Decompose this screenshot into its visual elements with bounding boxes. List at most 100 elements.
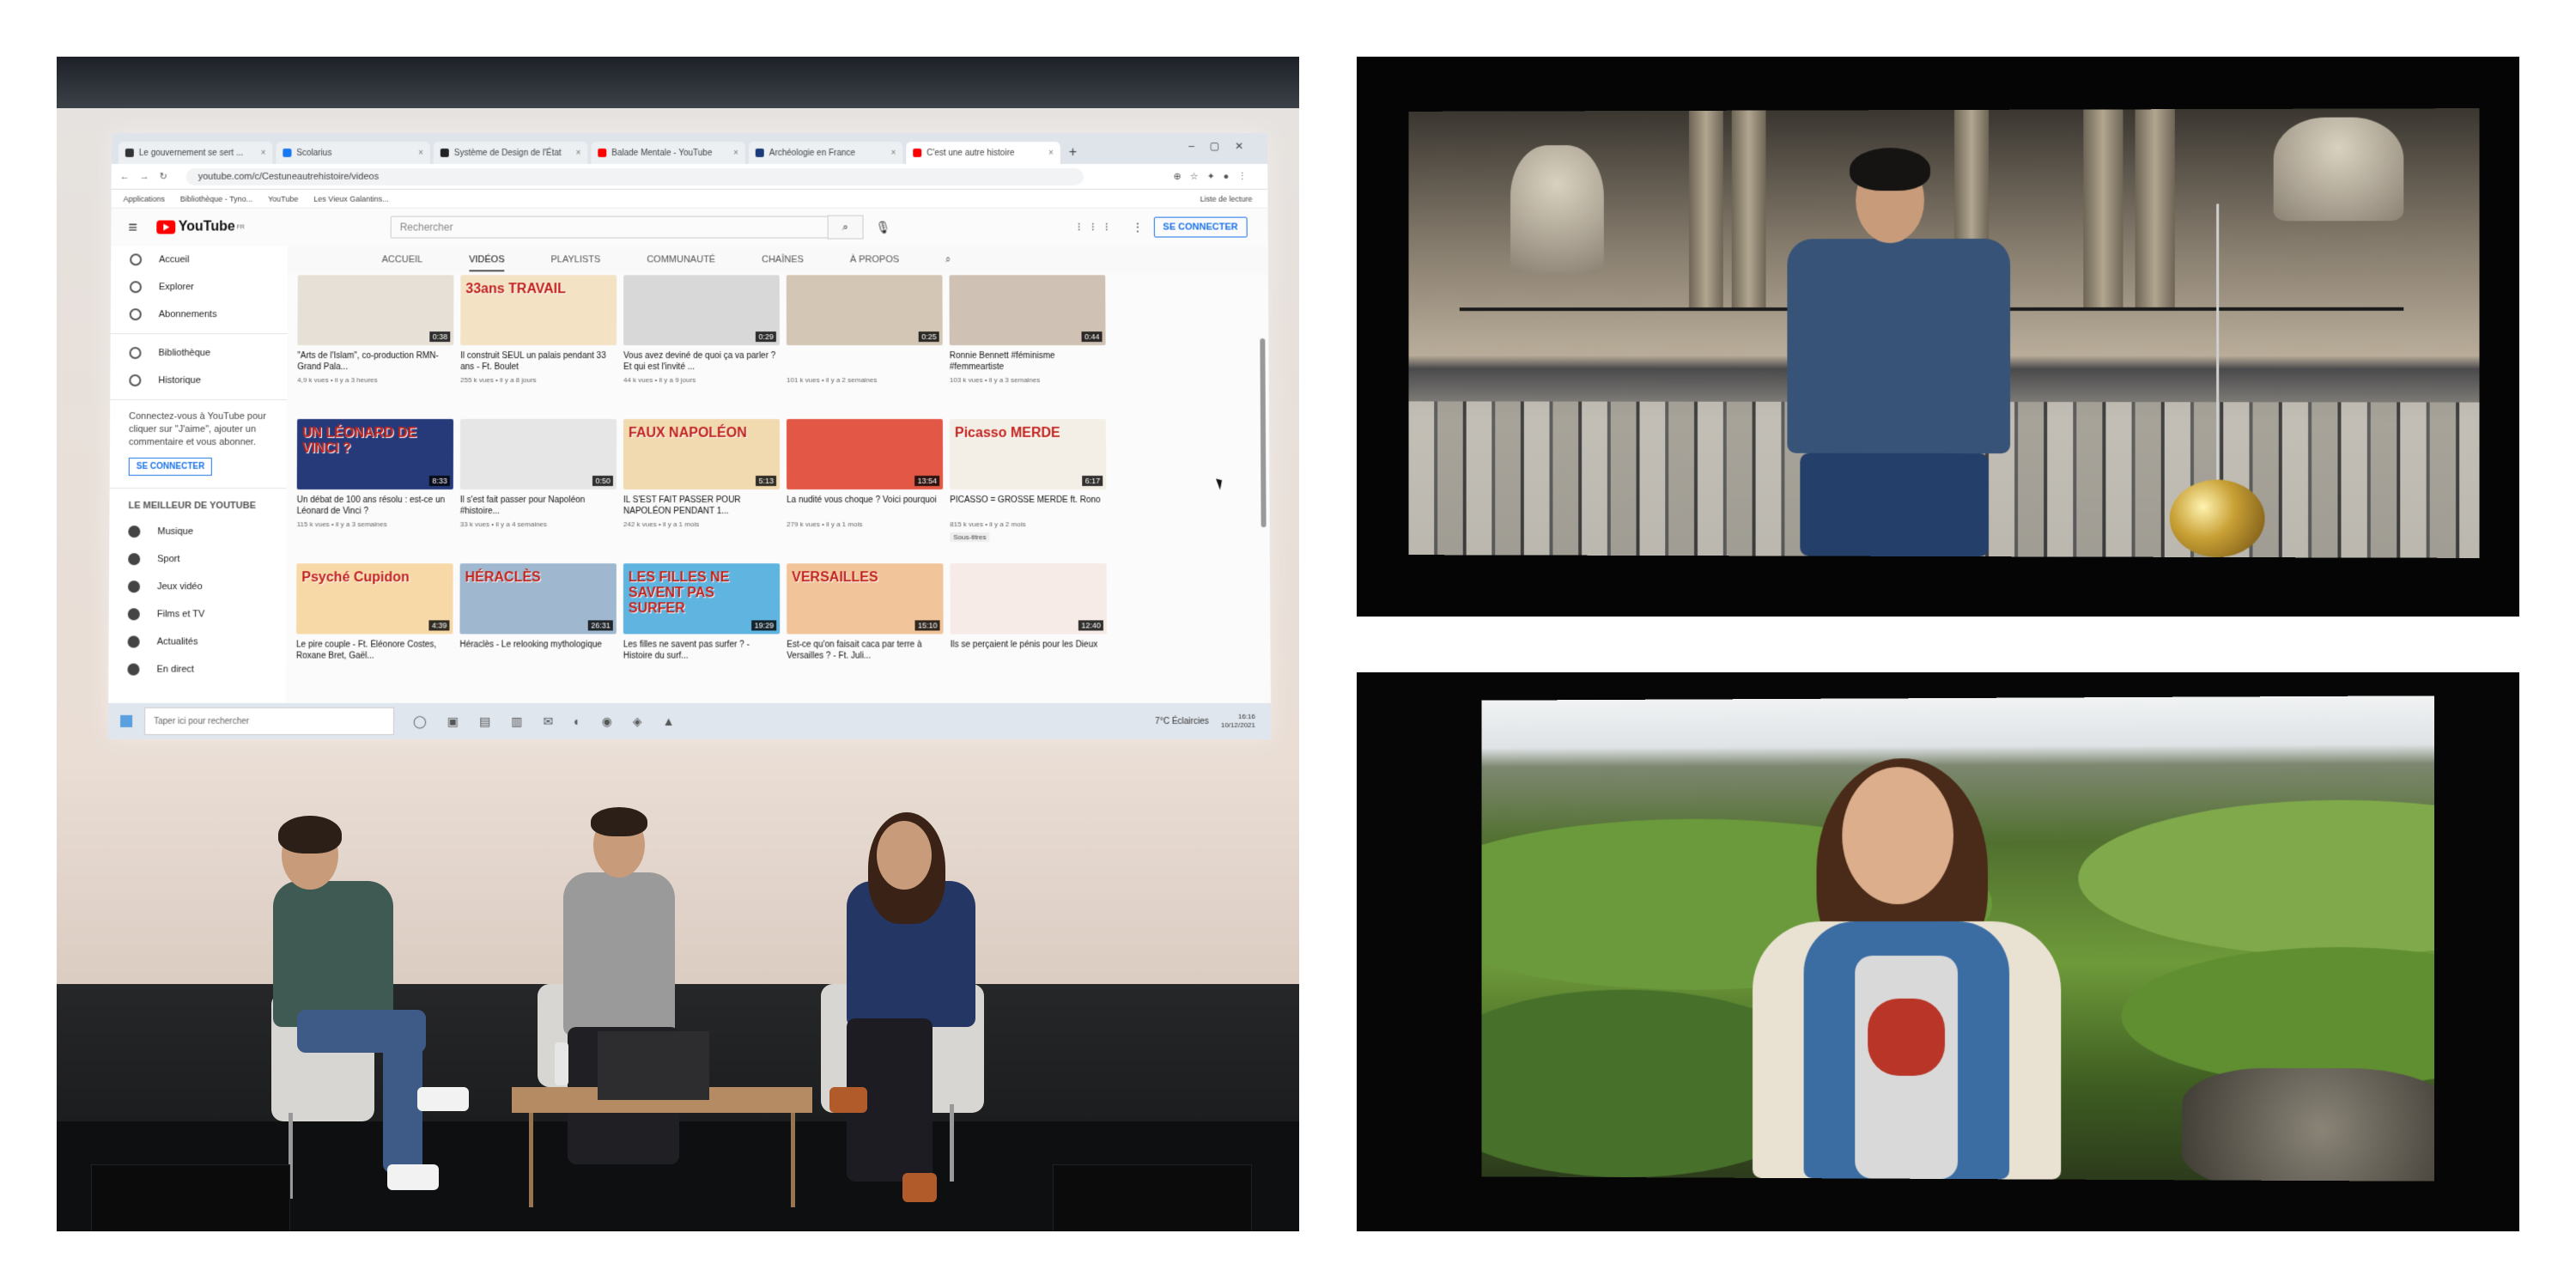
video-duration: 8:33 (429, 476, 450, 487)
sidebar-item-musique[interactable]: Musique (109, 518, 286, 545)
column (1689, 110, 1723, 308)
search-icon[interactable]: ⌕ (827, 215, 864, 240)
taskbar-search-input[interactable]: Taper ici pour rechercher (144, 707, 395, 736)
video-thumbnail[interactable]: 0:44 (949, 275, 1106, 346)
browser-tab[interactable]: Le gouvernement se sert ... × (118, 142, 273, 164)
browser-tab[interactable]: Scolarius × (276, 142, 430, 164)
video-thumbnail[interactable]: UN LÉONARD DE VINCI ? 8:33 (296, 419, 454, 490)
video-title[interactable]: PICASSO = GROSSE MERDE ft. Rono (950, 495, 1106, 517)
video-thumbnail[interactable]: 0:25 (786, 275, 943, 346)
video-thumbnail[interactable]: VERSAILLES 15:10 (787, 563, 944, 635)
new-tab-button[interactable]: + (1069, 145, 1077, 161)
taskbar-weather[interactable]: 7°C Éclaircies (1155, 716, 1209, 726)
video-title[interactable]: Est-ce qu'on faisait caca par terre à Ve… (787, 639, 943, 661)
scrollbar[interactable] (1260, 338, 1267, 528)
bookmark-item[interactable]: Applications (124, 194, 165, 203)
browser-tab[interactable]: C'est une autre histoire × (906, 142, 1060, 164)
bookmark-item[interactable]: YouTube (268, 194, 298, 203)
sidebar-item-jeux[interactable]: Jeux vidéo (109, 573, 286, 600)
video-title[interactable]: Ronnie Bennett #féminisme #femmeartiste (950, 350, 1106, 373)
video-card[interactable]: FAUX NAPOLÉON 5:13 IL S'EST FAIT PASSER PO… (623, 419, 781, 563)
video-card[interactable]: Psyché Cupidon 4:39 Le pire couple - Ft. É… (296, 563, 453, 708)
video-title[interactable]: Héraclès - Le relooking mythologique (459, 639, 616, 661)
close-tab-icon[interactable]: × (418, 149, 423, 158)
video-card[interactable]: LES FILLES NE SAVENT PAS SURFER 19:29 Les … (623, 563, 781, 708)
video-title[interactable]: Le pire couple - Ft. Éléonore Costes, Ro… (296, 639, 453, 661)
address-bar-icons[interactable]: ⊕☆✦●⋮ (1174, 171, 1256, 182)
channel-tab[interactable]: CHAÎNES (762, 254, 804, 264)
video-card[interactable]: 0:50 Il s'est fait passer pour Napoléon #… (460, 419, 617, 563)
window-controls[interactable]: –▢✕ (1188, 140, 1259, 152)
video-title[interactable]: Ils se perçaient le pénis pour les Dieux (951, 639, 1107, 661)
menu-icon[interactable]: ≡ (128, 218, 137, 236)
sidebar-item-abonnements[interactable]: Abonnements (111, 301, 288, 328)
sidebar-item-direct[interactable]: En direct (108, 656, 286, 683)
browser-tab[interactable]: Archéologie en France × (748, 142, 903, 164)
channel-tab[interactable]: À PROPOS (850, 254, 899, 264)
nav-buttons[interactable]: ←→↻ (120, 171, 178, 182)
microphone-icon[interactable]: 🎙 (875, 220, 890, 234)
url-field[interactable]: youtube.com/c/Cestuneautrehistoire/video… (185, 167, 1084, 185)
video-thumbnail[interactable]: FAUX NAPOLÉON 5:13 (623, 419, 781, 490)
sidebar-item-actualites[interactable]: Actualités (108, 628, 286, 655)
video-card[interactable]: 13:54 La nudité vous choque ? Voici pourq… (786, 419, 944, 563)
video-title[interactable] (787, 350, 943, 373)
video-card[interactable]: Picasso MERDE 6:17 PICASSO = GROSSE MERDE … (949, 419, 1107, 563)
channel-tab[interactable]: ACCUEIL (382, 254, 423, 264)
close-tab-icon[interactable]: × (890, 149, 896, 158)
video-thumbnail[interactable]: 0:29 (623, 275, 780, 346)
search-input[interactable]: Rechercher (390, 216, 828, 239)
video-thumbnail[interactable]: 0:50 (459, 419, 617, 490)
video-title[interactable]: Il construit SEUL un palais pendant 33 a… (460, 350, 617, 373)
channel-search-icon[interactable]: ⌕ (945, 254, 951, 265)
windows-logo-icon[interactable] (120, 714, 133, 727)
bookmark-item[interactable]: Les Vieux Galantins... (313, 194, 388, 203)
video-card[interactable]: 0:38 "Arts de l'Islam", co-production RMN… (297, 275, 454, 419)
video-title[interactable]: La nudité vous choque ? Voici pourquoi (787, 495, 943, 517)
video-title[interactable]: Un débat de 100 ans résolu : est-ce un L… (297, 495, 453, 517)
video-card[interactable]: 33ans TRAVAIL Il construit SEUL un palais… (460, 275, 617, 419)
video-card[interactable]: 0:29 Vous avez deviné de quoi ça va parle… (623, 275, 780, 419)
sidebar-item-bibliotheque[interactable]: Bibliothèque (110, 339, 287, 367)
video-thumbnail[interactable]: 12:40 (950, 563, 1107, 635)
close-tab-icon[interactable]: × (261, 149, 266, 158)
video-title[interactable]: IL S'EST FAIT PASSER POUR NAPOLÉON PENDA… (623, 495, 780, 517)
browser-tab[interactable]: Système de Design de l'État × (433, 142, 588, 164)
video-card[interactable]: HÉRACLÈS 26:31 Héraclès - Le relooking myt… (459, 563, 617, 708)
video-thumbnail[interactable]: LES FILLES NE SAVENT PAS SURFER 19:29 (623, 563, 781, 635)
channel-tab[interactable]: COMMUNAUTÉ (647, 254, 715, 264)
sidebar-item-sport[interactable]: Sport (109, 545, 286, 573)
channel-tab[interactable]: VIDÉOS (469, 254, 505, 272)
video-card[interactable]: 12:40 Ils se perçaient le pénis pour les … (950, 563, 1107, 708)
video-card[interactable]: 0:25 101 k vues • il y a 2 semaines (786, 275, 943, 419)
video-title[interactable]: Vous avez deviné de quoi ça va parler ? … (623, 350, 780, 373)
video-thumbnail[interactable]: 33ans TRAVAIL (460, 275, 617, 346)
video-card[interactable]: 0:44 Ronnie Bennett #féminisme #femmearti… (949, 275, 1106, 419)
close-tab-icon[interactable]: × (1048, 149, 1054, 158)
taskbar-app-icons[interactable]: ◯ ▣ ▤ ▥ ✉ ◐ ◉ ◈ ▲ (413, 714, 683, 728)
video-thumbnail[interactable]: 13:54 (786, 419, 944, 490)
video-thumbnail[interactable]: Psyché Cupidon 4:39 (296, 563, 453, 635)
video-title[interactable]: Il s'est fait passer pour Napoléon #hist… (460, 495, 617, 517)
video-card[interactable]: VERSAILLES 15:10 Est-ce qu'on faisait caca… (787, 563, 944, 708)
channel-tab[interactable]: PLAYLISTS (551, 254, 601, 264)
sign-in-button[interactable]: SE CONNECTER (1153, 216, 1248, 238)
video-thumbnail[interactable]: 0:38 (297, 275, 454, 346)
apps-icon[interactable]: ⁝⁝⁝ ⋮ (1078, 221, 1154, 234)
sidebar-item-historique[interactable]: Historique (110, 367, 287, 394)
sidebar-item-accueil[interactable]: Accueil (111, 246, 288, 273)
close-tab-icon[interactable]: × (733, 149, 738, 158)
reading-list[interactable]: Liste de lecture (1200, 194, 1252, 203)
video-title[interactable]: Les filles ne savent pas surfer ? - Hist… (623, 639, 780, 661)
sidebar-sign-in-button[interactable]: SE CONNECTER (128, 458, 213, 477)
browser-tab[interactable]: Balade Mentale - YouTube × (591, 142, 745, 164)
close-tab-icon[interactable]: × (576, 149, 581, 158)
bookmark-item[interactable]: Bibliothèque - Tyno... (180, 194, 252, 203)
video-card[interactable]: UN LÉONARD DE VINCI ? 8:33 Un débat de 100… (296, 419, 454, 563)
youtube-logo[interactable]: YouTube FR (155, 220, 245, 235)
sidebar-item-films[interactable]: Films et TV (109, 600, 287, 628)
sidebar-item-explorer[interactable]: Explorer (111, 273, 288, 301)
video-thumbnail[interactable]: HÉRACLÈS 26:31 (459, 563, 617, 635)
video-title[interactable]: "Arts de l'Islam", co-production RMN-Gra… (297, 350, 453, 373)
video-thumbnail[interactable]: Picasso MERDE 6:17 (949, 419, 1107, 490)
